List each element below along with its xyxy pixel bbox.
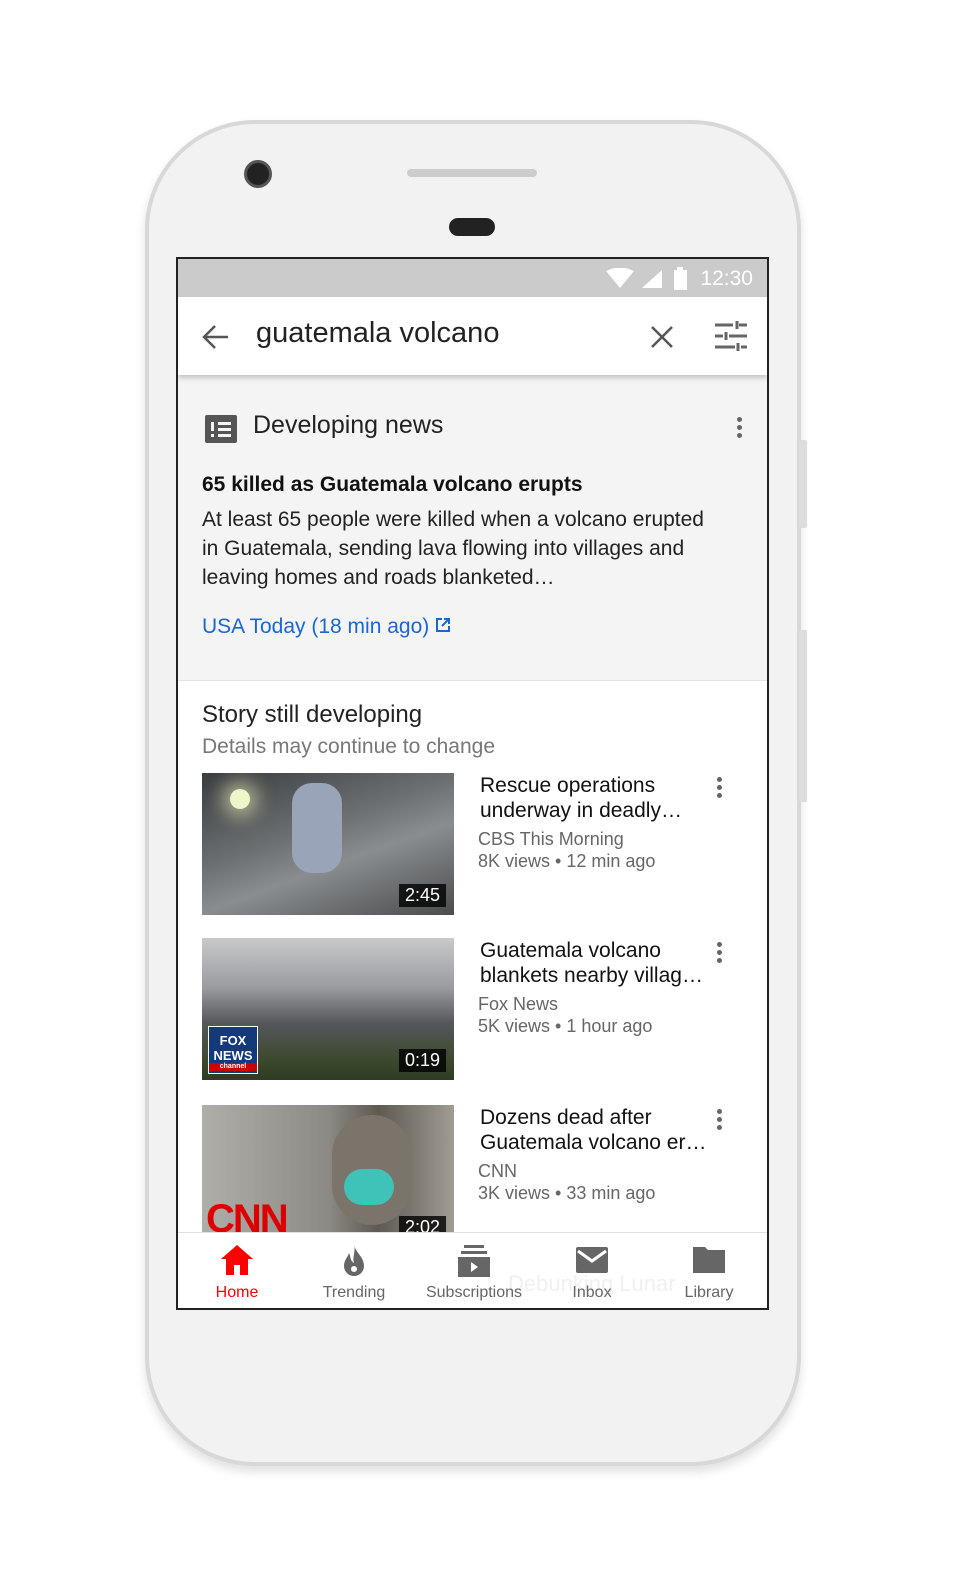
- power-button: [799, 630, 807, 802]
- search-input[interactable]: guatemala volcano: [256, 317, 499, 350]
- section-title: Story still developing: [202, 701, 423, 728]
- bottom-nav: Debunking Lunar Home Trending Subscripti…: [178, 1232, 767, 1308]
- subscriptions-icon: [458, 1245, 490, 1277]
- news-title[interactable]: 65 killed as Guatemala volcano erupts: [202, 473, 583, 497]
- search-bar: guatemala volcano: [178, 297, 767, 375]
- video-item[interactable]: CNN 2:02 Dozens dead after Guatemala vol…: [202, 1105, 747, 1247]
- source-label: USA Today (18 min ago): [202, 615, 430, 638]
- nav-label: Inbox: [572, 1284, 612, 1301]
- sensor: [449, 218, 495, 236]
- video-meta: 5K views • 1 hour ago: [478, 1016, 653, 1036]
- external-link-icon: [436, 618, 451, 632]
- status-bar: 12:30: [178, 259, 767, 297]
- folder-icon: [693, 1247, 725, 1273]
- video-item[interactable]: 2:45 Rescue operations underway in deadl…: [202, 773, 747, 915]
- video-channel: CBS This Morning: [478, 829, 624, 849]
- nav-home[interactable]: Home: [178, 1233, 296, 1308]
- video-title[interactable]: Rescue operations underway in deadly…: [480, 773, 720, 823]
- battery-icon: [674, 267, 687, 290]
- filter-icon[interactable]: [715, 321, 747, 351]
- nav-library[interactable]: Library: [650, 1233, 767, 1308]
- video-duration: 2:45: [398, 884, 446, 907]
- video-meta: 3K views • 33 min ago: [478, 1183, 656, 1203]
- video-item[interactable]: FOX NEWS channel 0:19 Guatemala volcano bl…: [202, 938, 747, 1080]
- video-title[interactable]: Guatemala volcano blankets nearby villag…: [480, 938, 720, 988]
- more-options-icon[interactable]: [717, 942, 723, 966]
- video-thumbnail[interactable]: FOX NEWS channel 0:19: [202, 938, 454, 1080]
- home-icon: [221, 1245, 253, 1275]
- video-thumbnail[interactable]: CNN 2:02: [202, 1105, 454, 1247]
- mail-icon: [576, 1247, 608, 1273]
- newspaper-icon: [205, 415, 237, 443]
- video-meta: 8K views • 12 min ago: [478, 851, 656, 871]
- nav-label: Home: [215, 1284, 259, 1301]
- video-title[interactable]: Dozens dead after Guatemala volcano er…: [480, 1105, 720, 1155]
- nav-label: Library: [684, 1284, 734, 1301]
- close-icon[interactable]: [650, 325, 674, 349]
- nav-trending[interactable]: Trending: [295, 1233, 413, 1308]
- front-camera: [244, 160, 272, 188]
- more-options-icon[interactable]: [717, 777, 723, 801]
- news-body: At least 65 people were killed when a vo…: [202, 508, 704, 589]
- card-header: Developing news: [253, 411, 444, 439]
- nav-subscriptions[interactable]: Subscriptions: [415, 1233, 533, 1308]
- video-channel: CNN: [478, 1161, 517, 1181]
- speaker: [407, 169, 537, 177]
- video-duration: 0:19: [398, 1049, 446, 1072]
- fox-news-logo: FOX NEWS channel: [208, 1026, 258, 1074]
- wifi-signal-icon: [606, 268, 662, 288]
- section-subtitle: Details may continue to change: [202, 735, 496, 758]
- nav-inbox[interactable]: Inbox: [533, 1233, 651, 1308]
- screen: 12:30 guatemala volcano Developing news …: [176, 257, 769, 1310]
- news-source-link[interactable]: USA Today (18 min ago): [202, 615, 451, 639]
- video-channel: Fox News: [478, 994, 559, 1014]
- nav-label: Trending: [322, 1284, 386, 1301]
- clock: 12:30: [700, 267, 753, 290]
- volume-button: [799, 440, 807, 528]
- video-thumbnail[interactable]: 2:45: [202, 773, 454, 915]
- back-arrow-icon[interactable]: [202, 324, 230, 350]
- nav-label: Subscriptions: [425, 1284, 523, 1301]
- more-options-icon[interactable]: [737, 417, 743, 441]
- more-options-icon[interactable]: [717, 1109, 723, 1133]
- developing-news-card[interactable]: Developing news 65 killed as Guatemala v…: [178, 375, 767, 681]
- flame-icon: [344, 1245, 364, 1276]
